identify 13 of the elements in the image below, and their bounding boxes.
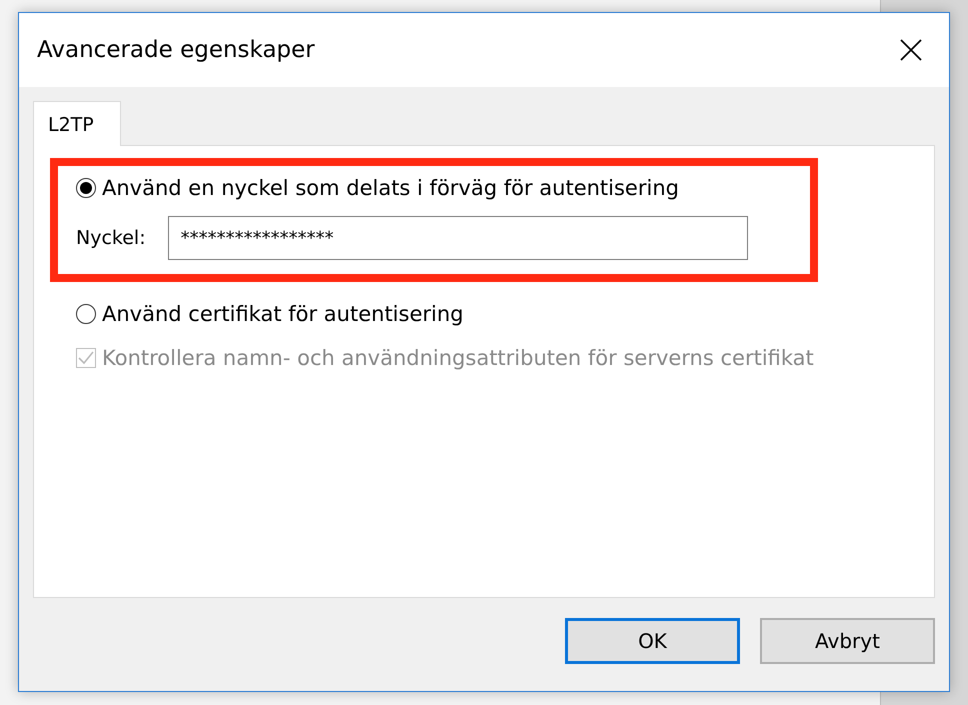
checkmark-icon [78,351,94,365]
dialog-button[interactable]: Avbryt [760,618,935,664]
close-icon [899,38,923,62]
dialog-button[interactable]: OK [565,618,740,664]
option-label: Använd en nyckel som delats i förväg för autentisering [102,176,679,200]
window-title: Avancerade egenskaper [37,37,315,63]
option-label: Kontrollera namn- och användningsattributen för serverns certifikat [102,346,814,370]
option-label: Använd certifikat för autentisering [102,302,464,326]
key-field[interactable]: ***************** [168,216,748,260]
field-label: Nyckel: [76,227,146,249]
tab[interactable]: L2TP [33,101,121,146]
radio-button[interactable] [76,304,96,324]
radio-button[interactable] [76,178,96,198]
